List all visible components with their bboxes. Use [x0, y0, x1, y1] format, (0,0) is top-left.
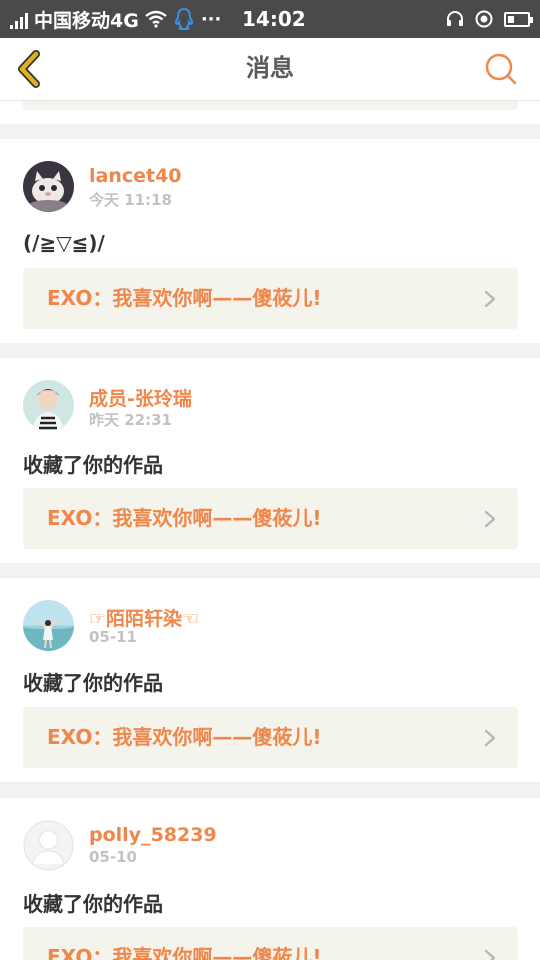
chevron-right-icon — [484, 510, 496, 528]
username[interactable]: ☞陌陌轩染☜ — [89, 604, 199, 631]
search-icon[interactable] — [484, 52, 518, 86]
battery-icon — [504, 11, 533, 27]
status-left: 中国移动4G ··· — [10, 0, 221, 38]
chevron-right-icon — [484, 949, 496, 960]
work-title: EXO：我喜欢你啊——傻莜儿! — [47, 286, 322, 310]
status-right — [446, 0, 533, 38]
work-title: EXO：我喜欢你啊——傻莜儿! — [47, 725, 322, 749]
default-avatar[interactable] — [23, 820, 74, 871]
chevron-right-icon — [484, 729, 496, 747]
comment-text: 收藏了你的作品 — [23, 892, 163, 916]
chevron-right-icon — [484, 290, 496, 308]
headset-icon — [447, 11, 463, 26]
status-bar: 中国移动4G ··· 14:02 — [0, 0, 540, 38]
wifi-icon — [145, 10, 167, 28]
page-title: 消息 — [246, 54, 294, 82]
message-time: 今天 11:18 — [89, 191, 172, 209]
work-link[interactable]: EXO：我喜欢你啊——傻莜儿! — [23, 268, 518, 329]
message-card: lancet40 今天 11:18 (/≧▽≦)/ EXO：我喜欢你啊——傻莜儿… — [0, 139, 540, 343]
signal-icon — [10, 9, 28, 29]
message-card: 成员-张玲瑞 昨天 22:31 收藏了你的作品 EXO：我喜欢你啊——傻莜儿! — [0, 358, 540, 563]
status-time: 14:02 — [242, 7, 306, 31]
more-notifications-indicator: ··· — [200, 8, 222, 30]
message-card: polly_58239 05-10 收藏了你的作品 EXO：我喜欢你啊——傻莜儿… — [0, 798, 540, 960]
cat-avatar[interactable] — [23, 161, 74, 212]
nav-bar: 消息 — [0, 38, 540, 101]
work-title: EXO：我喜欢你啊——傻莜儿! — [47, 945, 322, 960]
message-time: 05-10 — [89, 848, 137, 866]
work-link[interactable]: EXO：我喜欢你啊——傻莜儿! — [23, 707, 518, 768]
location-icon — [475, 10, 493, 28]
qq-icon — [174, 7, 193, 30]
beach-girl-avatar[interactable] — [23, 600, 74, 651]
comment-text: 收藏了你的作品 — [23, 453, 163, 477]
work-link[interactable]: EXO：我喜欢你啊——傻莜儿! — [23, 488, 518, 549]
work-link-partial[interactable] — [23, 101, 518, 110]
username[interactable]: lancet40 — [89, 165, 182, 187]
message-time: 05-11 — [89, 628, 137, 646]
username[interactable]: polly_58239 — [89, 824, 217, 846]
comment-text: 收藏了你的作品 — [23, 671, 163, 695]
boy-avatar[interactable] — [23, 380, 74, 431]
comment-text: (/≧▽≦)/ — [23, 231, 105, 255]
username[interactable]: 成员-张玲瑞 — [89, 384, 192, 411]
previous-card-partial — [0, 101, 540, 124]
message-time: 昨天 22:31 — [89, 411, 172, 429]
message-list[interactable]: lancet40 今天 11:18 (/≧▽≦)/ EXO：我喜欢你啊——傻莜儿… — [0, 101, 540, 960]
work-link[interactable]: EXO：我喜欢你啊——傻莜儿! — [23, 927, 518, 960]
message-card: ☞陌陌轩染☜ 05-11 收藏了你的作品 EXO：我喜欢你啊——傻莜儿! — [0, 578, 540, 782]
carrier-label: 中国移动4G — [34, 9, 139, 32]
work-title: EXO：我喜欢你啊——傻莜儿! — [47, 506, 322, 530]
